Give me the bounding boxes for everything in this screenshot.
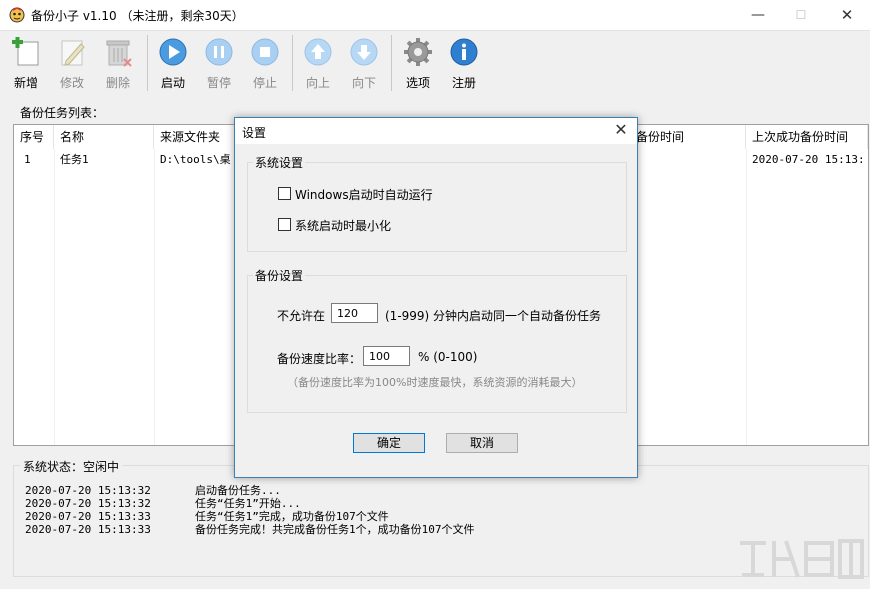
speed-input[interactable]: 100 bbox=[363, 346, 410, 366]
column-header-name[interactable]: 名称 bbox=[54, 125, 154, 149]
settings-dialog: 设置 ✕ 系统设置 Windows启动时自动运行 系统启动时最小化 备份设置 不… bbox=[234, 117, 638, 478]
toolbar-stop-label: 停止 bbox=[242, 74, 288, 91]
status-log: 2020-07-20 15:13:32启动备份任务... 2020-07-20 … bbox=[25, 484, 475, 536]
toolbar-move-up-button[interactable]: 向上 bbox=[295, 33, 341, 93]
column-divider bbox=[746, 149, 747, 445]
log-time: 2020-07-20 15:13:33 bbox=[25, 523, 195, 536]
task-row-index[interactable]: 1 bbox=[18, 149, 54, 171]
column-header-index[interactable]: 序号 bbox=[14, 125, 54, 149]
toolbar-start-button[interactable]: 启动 bbox=[150, 33, 196, 93]
status-title: 系统状态：空闲中 bbox=[20, 458, 122, 475]
log-entry: 2020-07-20 15:13:32任务“任务1”开始... bbox=[25, 497, 475, 510]
auto-run-checkbox[interactable] bbox=[278, 187, 291, 200]
log-message: 备份任务完成！共完成备份任务1个，成功备份107个文件 bbox=[195, 523, 475, 536]
speed-hint: （备份速度比率为100%时速度最快，系统资源的消耗最大） bbox=[287, 374, 582, 390]
gear-icon bbox=[403, 37, 433, 67]
log-time: 2020-07-20 15:13:33 bbox=[25, 510, 195, 523]
system-settings-title: 系统设置 bbox=[253, 154, 305, 171]
task-row-last-success[interactable]: 2020-07-20 15:13: bbox=[746, 149, 868, 171]
info-icon bbox=[449, 37, 479, 67]
minimize-button[interactable]: — bbox=[735, 0, 781, 30]
start-minimized-checkbox[interactable] bbox=[278, 218, 291, 231]
toolbar-register-button[interactable]: 注册 bbox=[441, 33, 487, 93]
log-time: 2020-07-20 15:13:32 bbox=[25, 484, 195, 497]
backup-settings-title: 备份设置 bbox=[253, 267, 305, 284]
toolbar-edit-button[interactable]: 修改 bbox=[49, 33, 95, 93]
add-document-icon bbox=[11, 37, 41, 67]
toolbar-move-up-label: 向上 bbox=[295, 74, 341, 91]
toolbar-delete-label: 删除 bbox=[95, 74, 141, 91]
log-entry: 2020-07-20 15:13:33任务“任务1”完成，成功备份107个文件 bbox=[25, 510, 475, 523]
interval-prefix-label: 不允许在 bbox=[277, 307, 325, 324]
dialog-title: 设置 bbox=[242, 124, 266, 141]
toolbar-separator bbox=[292, 35, 293, 91]
log-entry: 2020-07-20 15:13:33备份任务完成！共完成备份任务1个，成功备份… bbox=[25, 523, 475, 536]
close-button[interactable]: ✕ bbox=[824, 0, 870, 30]
log-entry: 2020-07-20 15:13:32启动备份任务... bbox=[25, 484, 475, 497]
speed-suffix-label: % (0-100) bbox=[418, 350, 477, 364]
interval-input[interactable]: 120 bbox=[331, 303, 378, 323]
app-logo-icon bbox=[9, 7, 25, 23]
log-message: 任务“任务1”开始... bbox=[195, 497, 301, 510]
arrow-up-icon bbox=[303, 37, 333, 67]
column-divider bbox=[154, 149, 155, 445]
toolbar-register-label: 注册 bbox=[441, 74, 487, 91]
column-header-last-success[interactable]: 上次成功备份时间 bbox=[746, 125, 868, 149]
dialog-title-bar: 设置 ✕ bbox=[235, 118, 637, 144]
toolbar-stop-button[interactable]: 停止 bbox=[242, 33, 288, 93]
toolbar-pause-button[interactable]: 暂停 bbox=[196, 33, 242, 93]
dialog-close-button[interactable]: ✕ bbox=[611, 120, 631, 140]
toolbar-options-label: 选项 bbox=[395, 74, 441, 91]
toolbar-separator bbox=[391, 35, 392, 91]
watermark-logo-icon bbox=[736, 535, 866, 583]
toolbar-separator bbox=[147, 35, 148, 91]
play-icon bbox=[158, 37, 188, 67]
toolbar-options-button[interactable]: 选项 bbox=[395, 33, 441, 93]
backup-settings-group bbox=[247, 275, 627, 413]
toolbar: 新增 修改 删除 启动 暂停 bbox=[0, 30, 870, 96]
toolbar-delete-button[interactable]: 删除 bbox=[95, 33, 141, 93]
toolbar-move-down-label: 向下 bbox=[341, 74, 387, 91]
task-list-label: 备份任务列表： bbox=[20, 104, 104, 121]
auto-run-label[interactable]: Windows启动时自动运行 bbox=[295, 186, 433, 203]
system-settings-group bbox=[247, 162, 627, 252]
start-minimized-label[interactable]: 系统启动时最小化 bbox=[295, 217, 391, 234]
toolbar-add-label: 新增 bbox=[3, 74, 49, 91]
trash-icon bbox=[103, 37, 133, 67]
task-row-name[interactable]: 任务1 bbox=[54, 149, 154, 171]
log-time: 2020-07-20 15:13:32 bbox=[25, 497, 195, 510]
toolbar-edit-label: 修改 bbox=[49, 74, 95, 91]
window-title: 备份小子 v1.10 （未注册，剩余30天） bbox=[31, 7, 244, 24]
toolbar-pause-label: 暂停 bbox=[196, 74, 242, 91]
log-message: 任务“任务1”完成，成功备份107个文件 bbox=[195, 510, 389, 523]
edit-document-icon bbox=[57, 37, 87, 67]
interval-suffix-label: (1-999) 分钟内启动同一个自动备份任务 bbox=[385, 307, 601, 324]
toolbar-move-down-button[interactable]: 向下 bbox=[341, 33, 387, 93]
arrow-down-icon bbox=[349, 37, 379, 67]
toolbar-start-label: 启动 bbox=[150, 74, 196, 91]
log-message: 启动备份任务... bbox=[195, 484, 281, 497]
cancel-button[interactable]: 取消 bbox=[446, 433, 518, 453]
toolbar-add-button[interactable]: 新增 bbox=[3, 33, 49, 93]
title-bar: 备份小子 v1.10 （未注册，剩余30天） — ☐ ✕ bbox=[0, 0, 870, 30]
stop-icon bbox=[250, 37, 280, 67]
column-divider bbox=[54, 149, 55, 445]
maximize-button[interactable]: ☐ bbox=[778, 0, 824, 30]
ok-button[interactable]: 确定 bbox=[353, 433, 425, 453]
speed-label: 备份速度比率： bbox=[277, 350, 361, 367]
pause-icon bbox=[204, 37, 234, 67]
